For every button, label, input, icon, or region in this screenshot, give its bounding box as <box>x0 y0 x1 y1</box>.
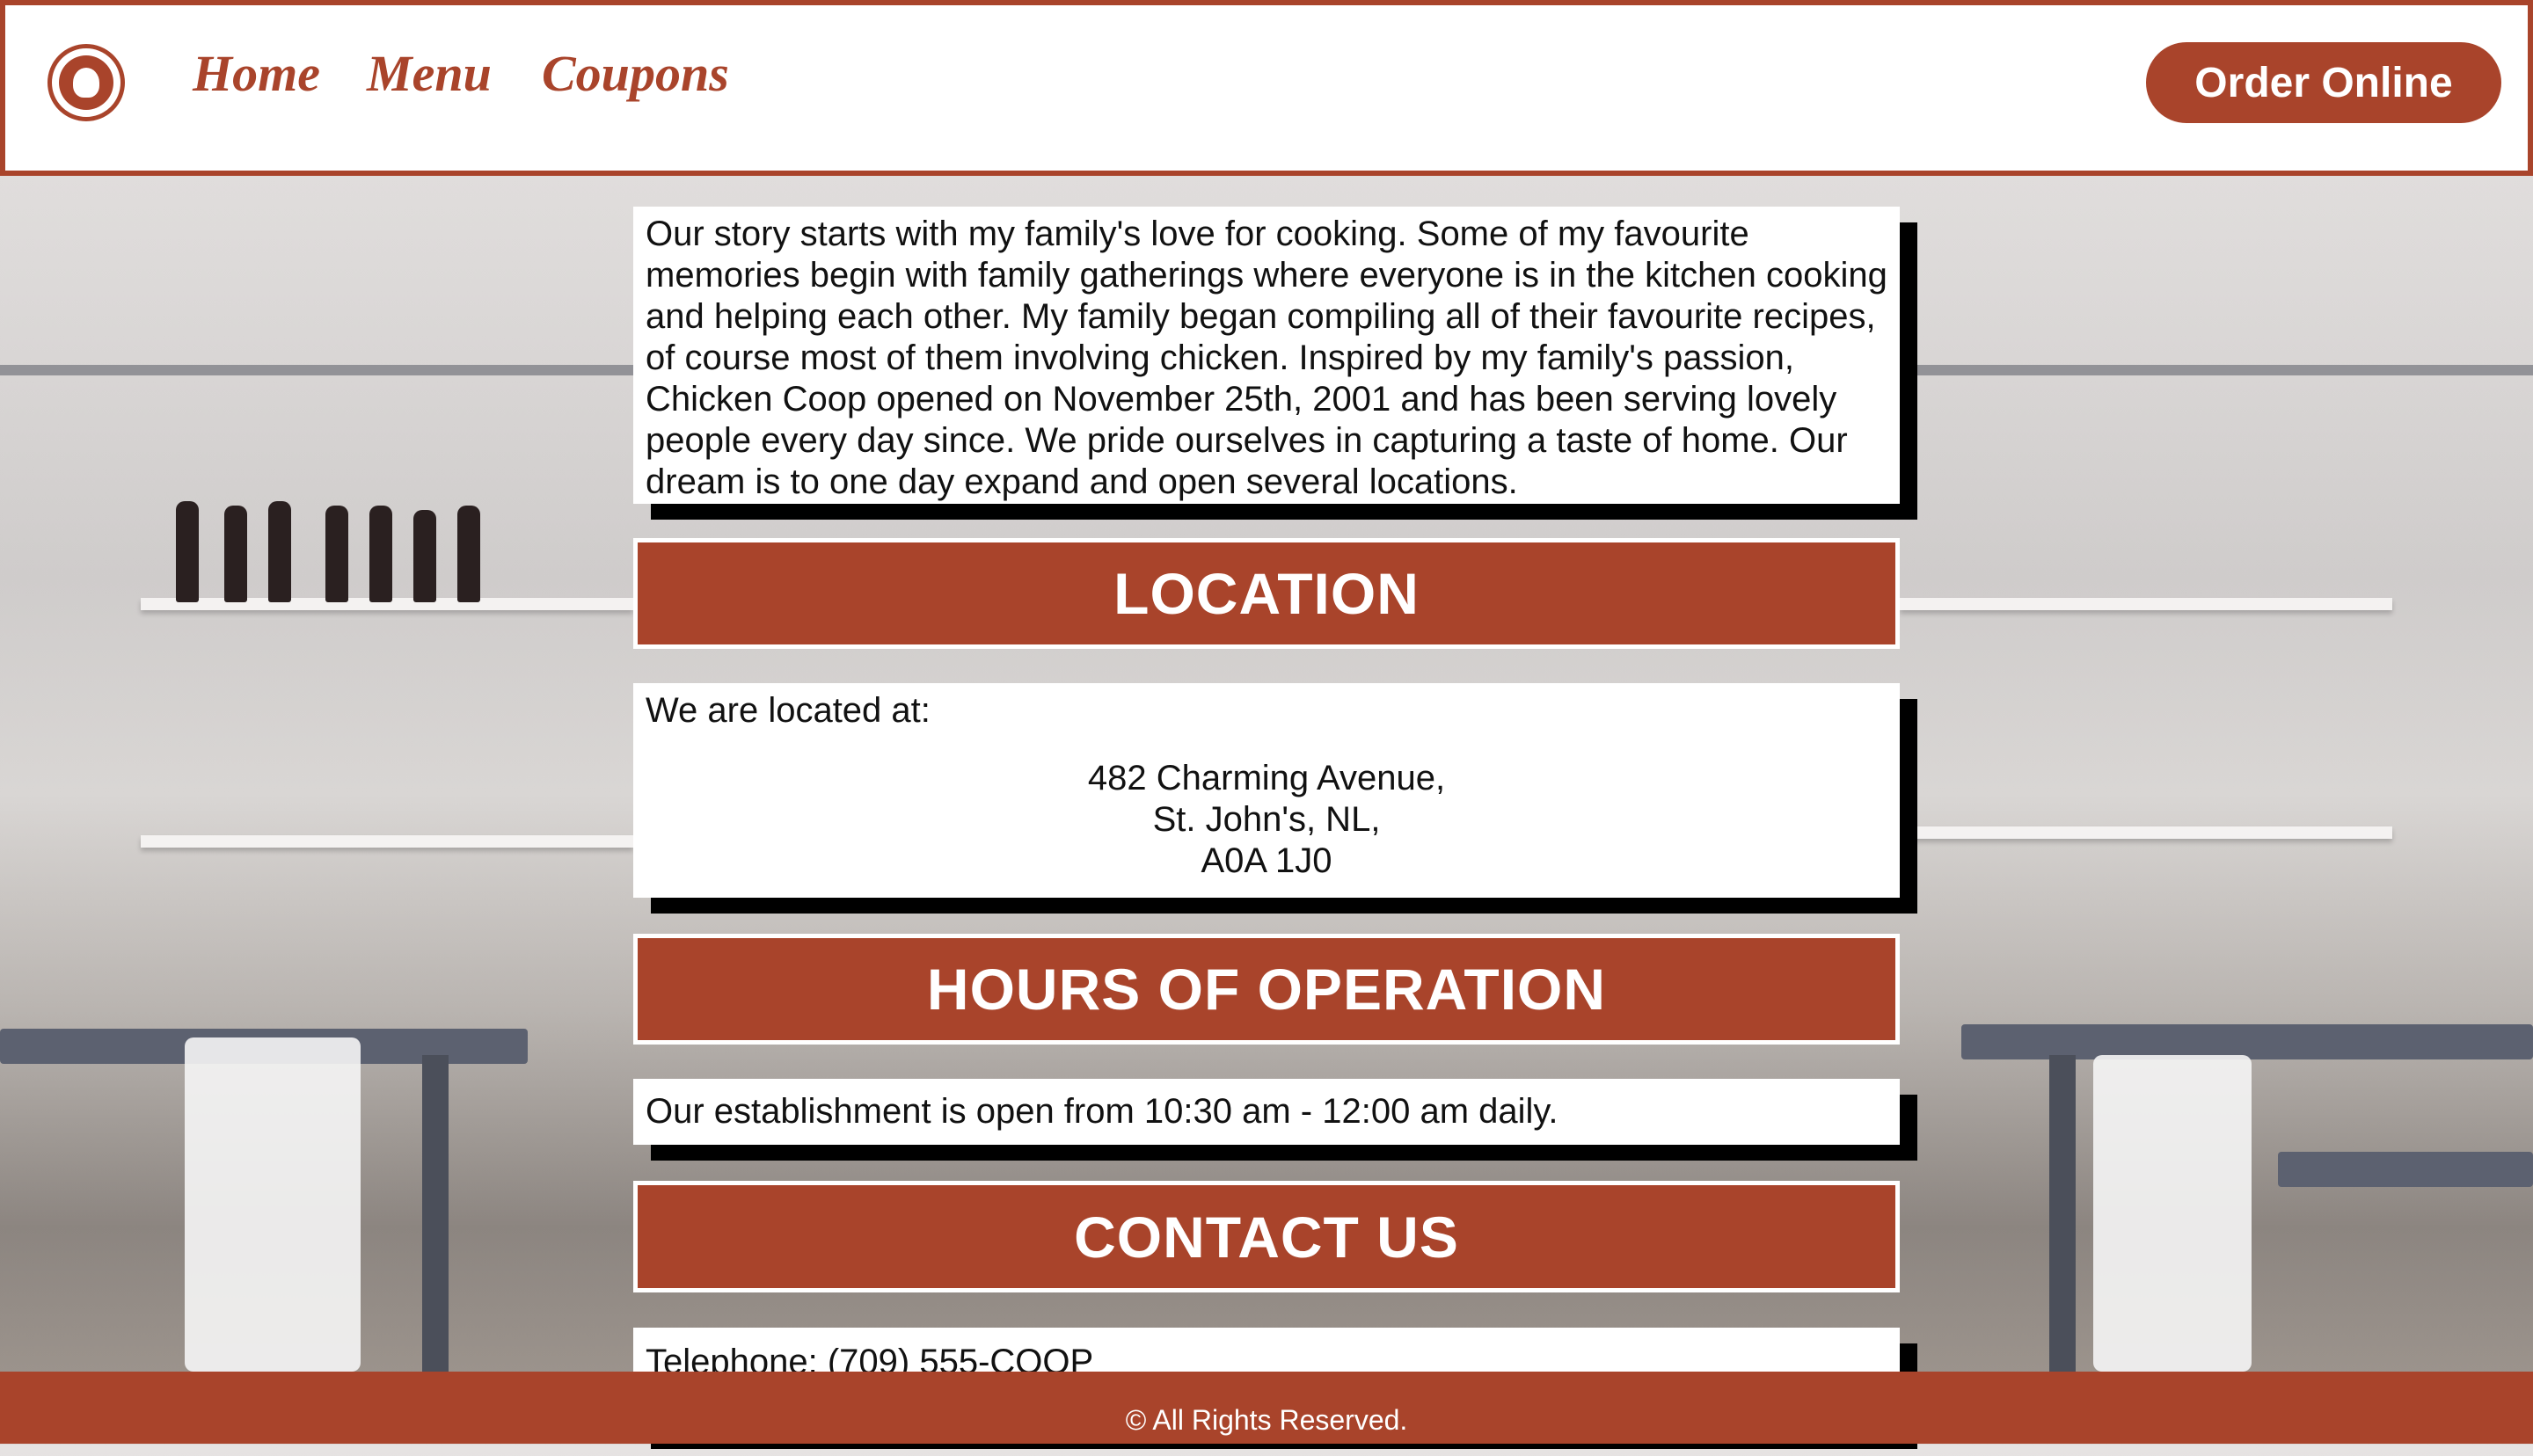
nav-home[interactable]: Home <box>193 44 320 103</box>
address-line: 482 Charming Avenue, <box>1087 759 1446 797</box>
chick-icon <box>73 68 99 98</box>
location-heading: LOCATION <box>633 538 1900 649</box>
hours-heading: HOURS OF OPERATION <box>633 934 1900 1045</box>
contact-heading: CONTACT US <box>633 1181 1900 1292</box>
address-line: St. John's, NL, <box>1152 800 1381 839</box>
order-online-button[interactable]: Order Online <box>2146 42 2501 123</box>
story-box: Our story starts with my family's love f… <box>633 207 1900 504</box>
address: 482 Charming Avenue, St. John's, NL, A0A… <box>646 758 1887 882</box>
location-intro: We are located at: <box>646 691 931 730</box>
chicken-coop-logo[interactable] <box>47 44 125 121</box>
address-line: A0A 1J0 <box>1201 841 1332 880</box>
site-header: Home Menu Coupons Order Online <box>0 0 2533 176</box>
hours-box: Our establishment is open from 10:30 am … <box>633 1079 1900 1145</box>
nav-coupons[interactable]: Coupons <box>542 44 729 103</box>
location-box: We are located at: 482 Charming Avenue, … <box>633 683 1900 898</box>
site-footer: © All Rights Reserved. <box>0 1372 2533 1444</box>
nav-menu[interactable]: Menu <box>367 44 492 103</box>
